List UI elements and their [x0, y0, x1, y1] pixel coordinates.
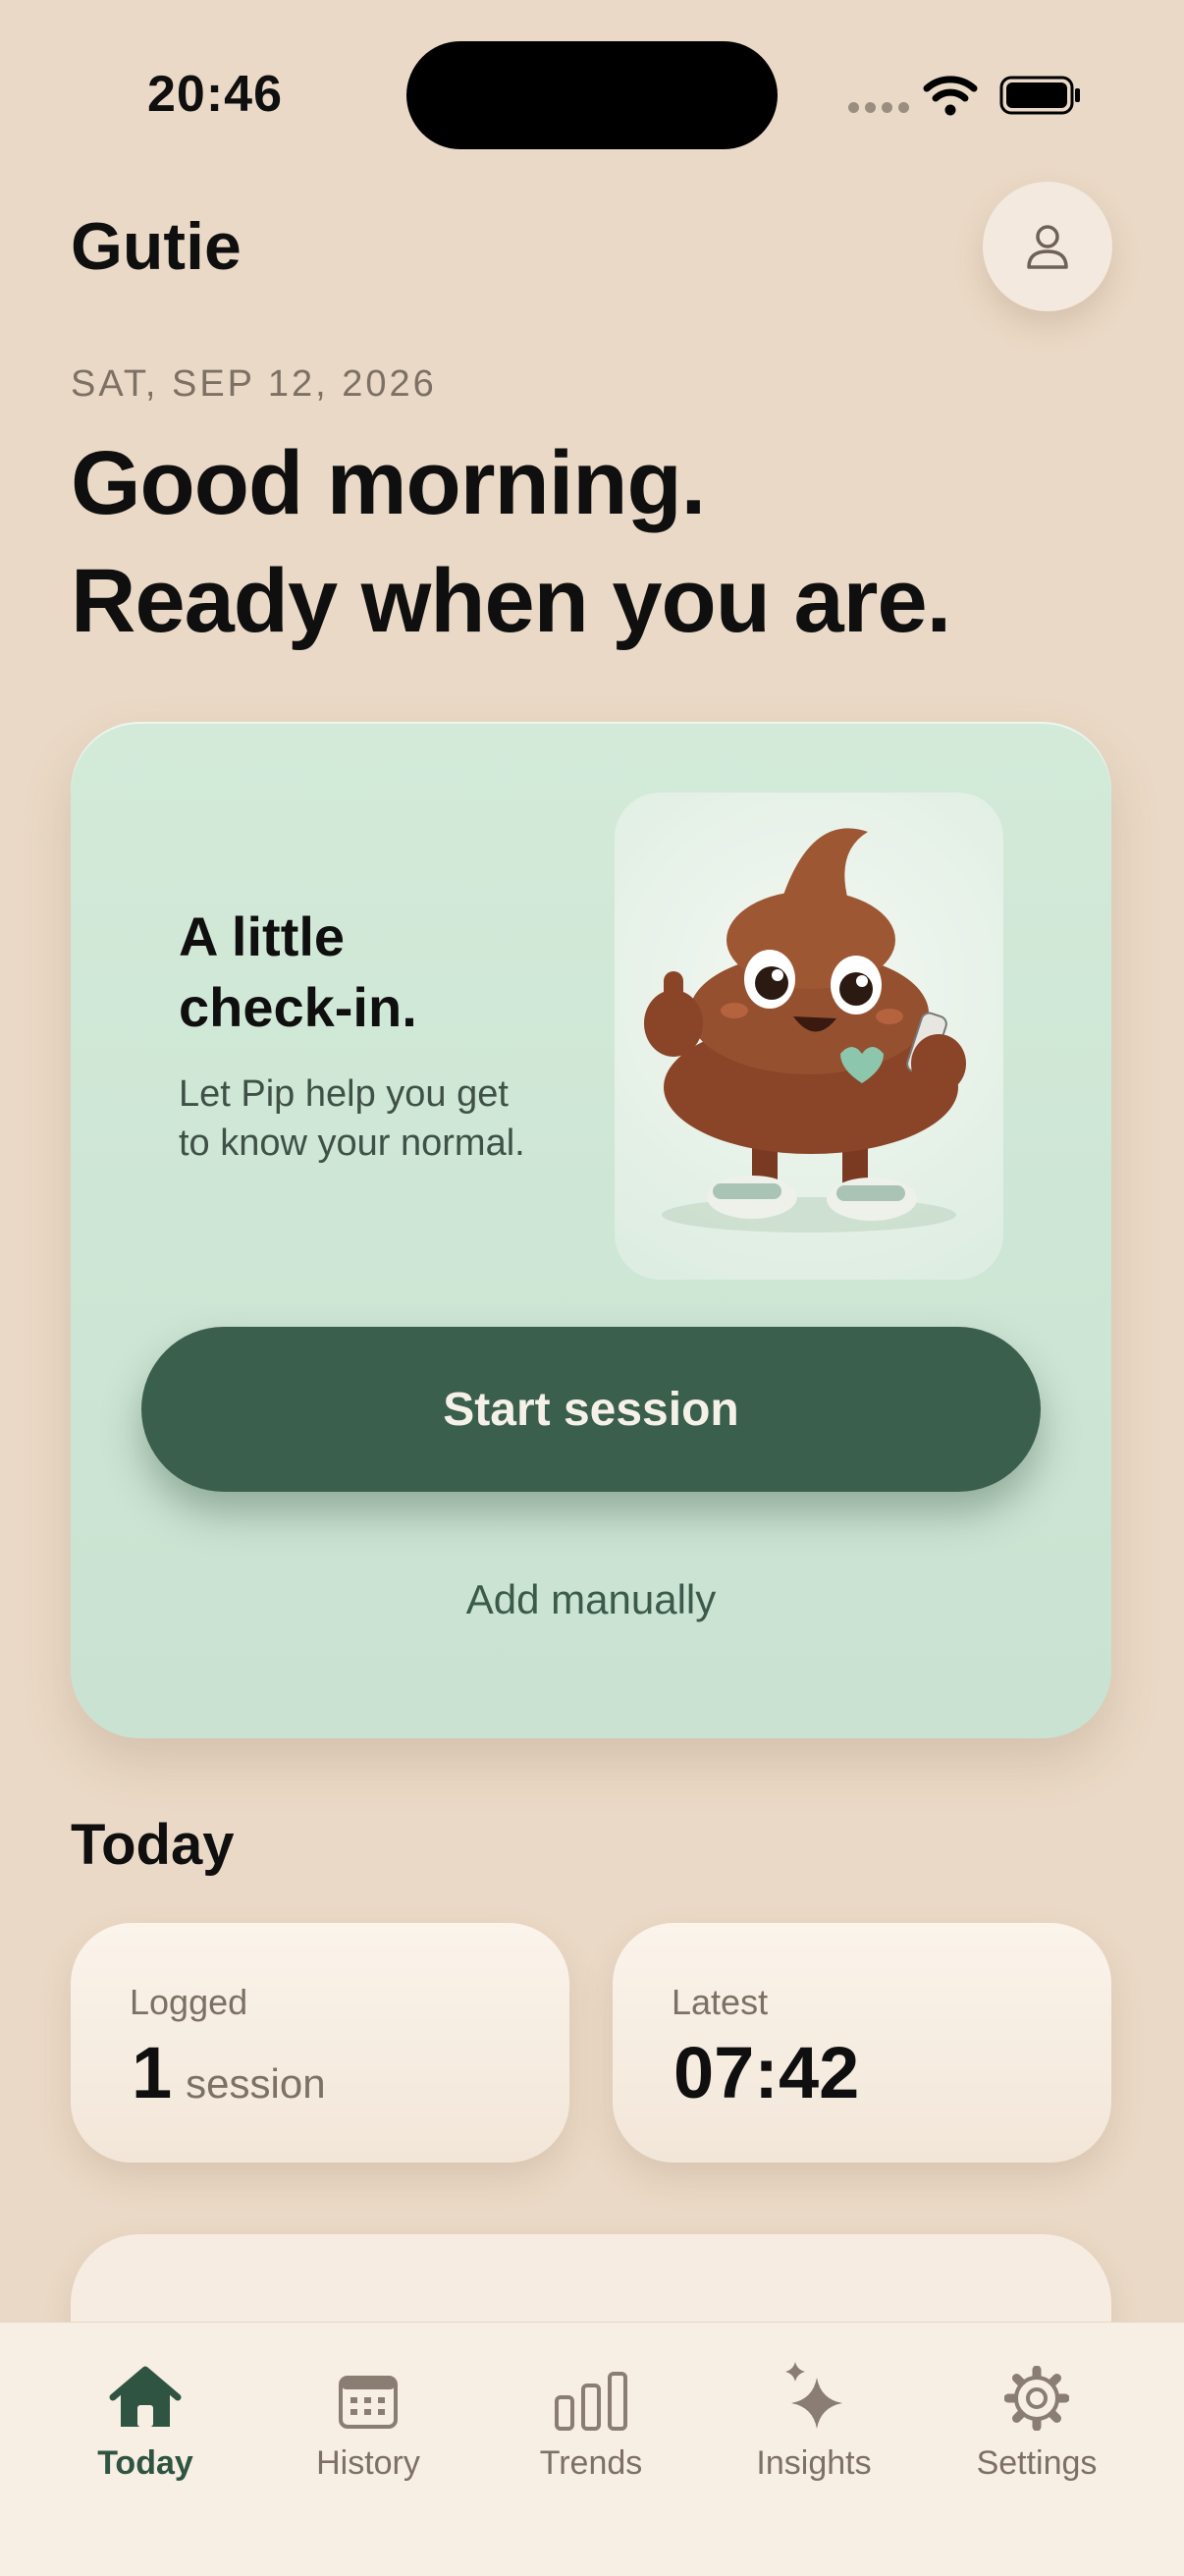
profile-button[interactable]	[983, 182, 1112, 311]
latest-stat-card[interactable]: Latest 07:42	[613, 1923, 1111, 2163]
greeting-line-1: Good morning.	[71, 433, 706, 533]
tab-bar: Today History Trends Insights Settings	[0, 2322, 1184, 2576]
status-time: 20:46	[147, 66, 283, 123]
checkin-subtitle-line-2: to know your normal.	[179, 1123, 525, 1164]
tab-settings[interactable]: Settings	[939, 2352, 1135, 2483]
checkin-title: A little check-in.	[179, 902, 417, 1043]
latest-label: Latest	[672, 1982, 769, 2022]
checkin-title-line-1: A little	[179, 905, 346, 967]
tab-trends-label: Trends	[539, 2444, 643, 2482]
person-icon	[1027, 225, 1068, 269]
cellular-signal-icon	[848, 100, 915, 118]
tab-history-label: History	[316, 2444, 420, 2482]
add-manually-link[interactable]: Add manually	[71, 1576, 1111, 1623]
battery-icon	[999, 76, 1080, 115]
greeting-heading: Good morning. Ready when you are.	[71, 424, 951, 660]
app-title: Gutie	[71, 209, 242, 284]
date-label: SAT, SEP 12, 2026	[71, 363, 437, 405]
checkin-subtitle: Let Pip help you get to know your normal…	[179, 1069, 525, 1168]
home-icon	[109, 2366, 182, 2427]
checkin-subtitle-line-1: Let Pip help you get	[179, 1073, 509, 1115]
logged-stat-card[interactable]: Logged 1 session	[71, 1923, 569, 2163]
start-session-button[interactable]: Start session	[141, 1327, 1041, 1492]
checkin-title-line-2: check-in.	[179, 976, 417, 1038]
latest-time: 07:42	[673, 2032, 860, 2113]
logged-label: Logged	[130, 1982, 248, 2022]
logged-value-row: 1 session	[132, 2031, 326, 2114]
tab-settings-label: Settings	[976, 2444, 1098, 2482]
today-heading: Today	[71, 1813, 235, 1877]
logged-count: 1	[132, 2032, 173, 2113]
greeting-line-2: Ready when you are.	[71, 551, 951, 651]
checkin-card: A little check-in. Let Pip help you get …	[71, 722, 1111, 1738]
gear-icon	[1004, 2366, 1069, 2431]
sparkle-icon	[785, 2362, 842, 2429]
pip-mascot-illustration	[615, 793, 1003, 1280]
dynamic-island	[406, 41, 778, 149]
tab-today-label: Today	[97, 2444, 193, 2482]
tab-insights-label: Insights	[756, 2444, 872, 2482]
tab-today[interactable]: Today	[47, 2352, 243, 2483]
tab-trends[interactable]: Trends	[493, 2352, 689, 2483]
logged-unit: session	[186, 2060, 326, 2107]
tab-insights[interactable]: Insights	[716, 2352, 912, 2483]
calendar-icon	[339, 2376, 398, 2429]
wifi-icon	[923, 76, 978, 116]
bar-chart-icon	[555, 2372, 627, 2431]
tab-history[interactable]: History	[270, 2352, 466, 2483]
